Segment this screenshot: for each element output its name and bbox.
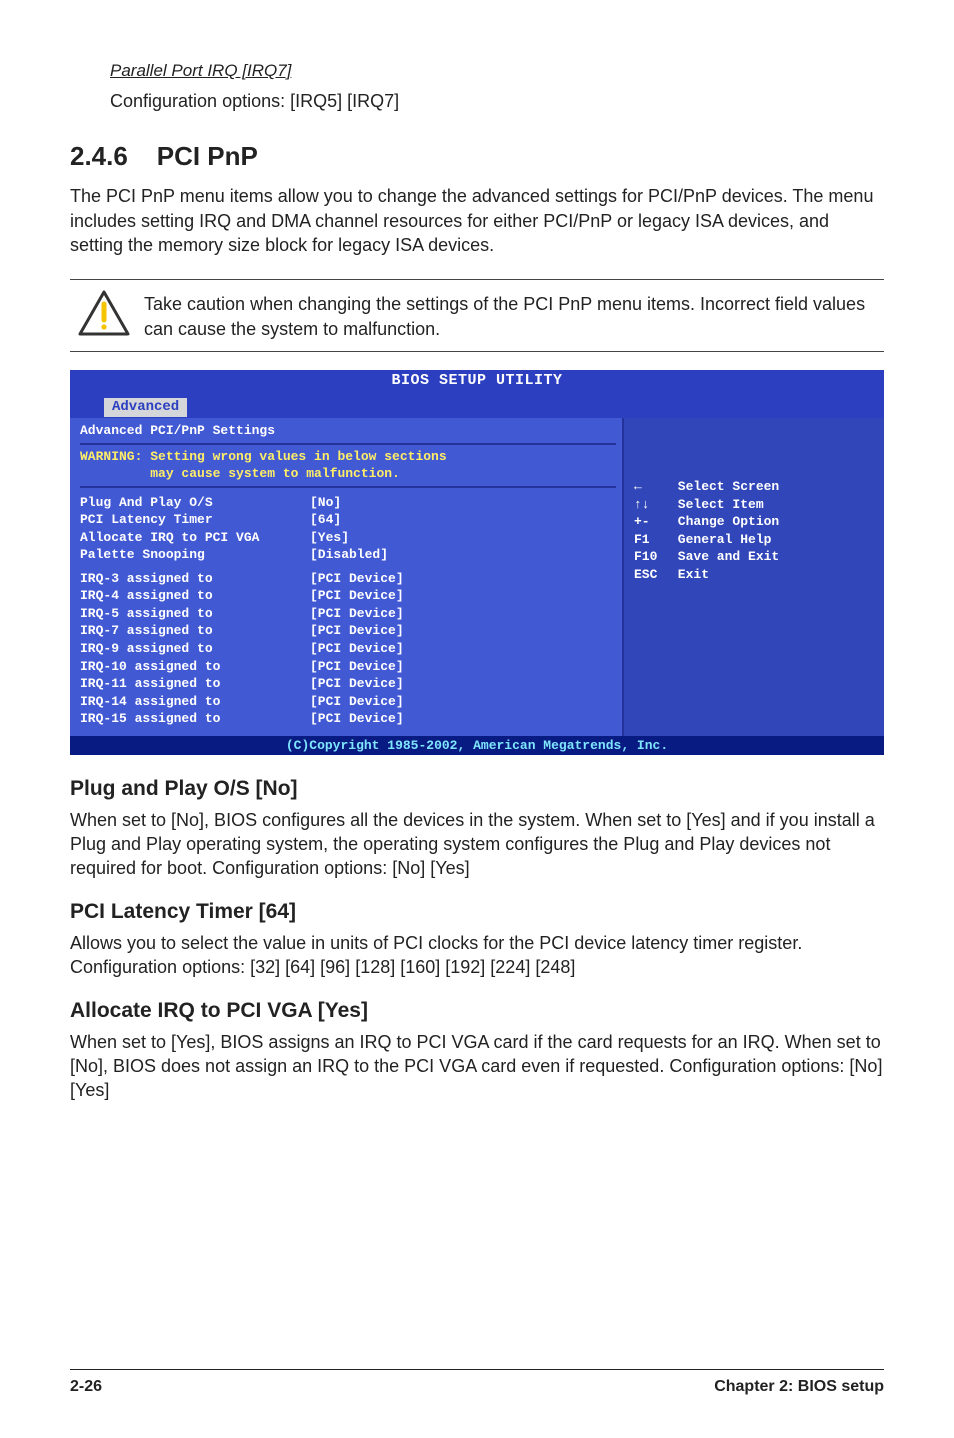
bios-help-line: ESC Exit	[634, 566, 874, 584]
bios-setting-key: IRQ-15 assigned to	[80, 710, 310, 728]
section-paragraph: The PCI PnP menu items allow you to chan…	[70, 184, 884, 257]
bios-setting-value[interactable]: [PCI Device]	[310, 606, 404, 621]
caution-text: Take caution when changing the settings …	[144, 290, 878, 341]
bios-setting-key: IRQ-10 assigned to	[80, 658, 310, 676]
bios-body: Advanced PCI/PnP Settings WARNING: Setti…	[70, 418, 884, 736]
bios-setting-value[interactable]: [Yes]	[310, 530, 349, 545]
bios-setting-row[interactable]: IRQ-7 assigned to[PCI Device]	[80, 622, 616, 640]
bios-setting-value[interactable]: [PCI Device]	[310, 711, 404, 726]
bios-setting-key: IRQ-11 assigned to	[80, 675, 310, 693]
page-number: 2-26	[70, 1376, 102, 1398]
bios-help-key: F10	[634, 548, 670, 566]
chapter-label: Chapter 2: BIOS setup	[714, 1376, 884, 1398]
bios-setting-key: PCI Latency Timer	[80, 511, 310, 529]
bios-setting-value[interactable]: [PCI Device]	[310, 694, 404, 709]
bios-help-key: +-	[634, 513, 670, 531]
bios-warning: WARNING: Setting wrong values in below s…	[80, 443, 616, 488]
bios-setting-key: IRQ-4 assigned to	[80, 587, 310, 605]
bios-setting-value[interactable]: [PCI Device]	[310, 623, 404, 638]
bios-help-key: ESC	[634, 566, 670, 584]
bios-setting-row[interactable]: IRQ-15 assigned to[PCI Device]	[80, 710, 616, 728]
bios-setting-value[interactable]: [No]	[310, 495, 341, 510]
bios-setting-key: Plug And Play O/S	[80, 494, 310, 512]
bios-setting-row[interactable]: IRQ-9 assigned to[PCI Device]	[80, 640, 616, 658]
sub-para-plug-and-play: When set to [No], BIOS configures all th…	[70, 808, 884, 881]
bios-warning-line1: WARNING: Setting wrong values in below s…	[80, 448, 616, 466]
bios-screenshot: BIOS SETUP UTILITY Advanced Advanced PCI…	[70, 370, 884, 755]
bios-setting-value[interactable]: [64]	[310, 512, 341, 527]
bios-help-label: Select Screen	[670, 479, 779, 494]
bios-help-line: ↑↓ Select Item	[634, 496, 874, 514]
bios-help-line: F1 General Help	[634, 531, 874, 549]
bios-setting-value[interactable]: [PCI Device]	[310, 676, 404, 691]
bios-setting-row[interactable]: IRQ-10 assigned to[PCI Device]	[80, 658, 616, 676]
bios-help-key: ←	[634, 478, 670, 496]
page-footer: 2-26 Chapter 2: BIOS setup	[70, 1369, 884, 1398]
caution-icon	[78, 290, 130, 336]
bios-help-panel: ← Select Screen↑↓ Select Item+- Change O…	[624, 418, 884, 736]
parallel-port-heading: Parallel Port IRQ [IRQ7]	[110, 60, 884, 83]
bios-setting-row[interactable]: Plug And Play O/S[No]	[80, 494, 616, 512]
bios-help-label: Save and Exit	[670, 549, 779, 564]
sub-heading-pci-latency: PCI Latency Timer [64]	[70, 898, 884, 926]
parallel-port-options: Configuration options: [IRQ5] [IRQ7]	[110, 89, 884, 113]
bios-tab-advanced[interactable]: Advanced	[104, 398, 187, 417]
bios-setting-key: Allocate IRQ to PCI VGA	[80, 529, 310, 547]
bios-setting-value[interactable]: [PCI Device]	[310, 659, 404, 674]
bios-setting-row[interactable]: IRQ-4 assigned to[PCI Device]	[80, 587, 616, 605]
bios-footer: (C)Copyright 1985-2002, American Megatre…	[70, 736, 884, 756]
bios-help-line: ← Select Screen	[634, 478, 874, 496]
bios-setting-key: Palette Snooping	[80, 546, 310, 564]
caution-note: Take caution when changing the settings …	[70, 279, 884, 352]
bios-panel-title: Advanced PCI/PnP Settings	[80, 422, 616, 440]
bios-help-line: F10 Save and Exit	[634, 548, 874, 566]
bios-setting-value[interactable]: [PCI Device]	[310, 571, 404, 586]
bios-help-line: +- Change Option	[634, 513, 874, 531]
bios-help-label: Select Item	[670, 497, 764, 512]
bios-setting-key: IRQ-7 assigned to	[80, 622, 310, 640]
bios-setting-key: IRQ-9 assigned to	[80, 640, 310, 658]
bios-setting-value[interactable]: [Disabled]	[310, 547, 388, 562]
bios-help-label: General Help	[670, 532, 771, 547]
bios-setting-key: IRQ-5 assigned to	[80, 605, 310, 623]
bios-help-key: ↑↓	[634, 496, 670, 514]
bios-setting-row[interactable]: Allocate IRQ to PCI VGA[Yes]	[80, 529, 616, 547]
bios-warning-line2: may cause system to malfunction.	[80, 465, 616, 483]
bios-setting-row[interactable]: IRQ-5 assigned to[PCI Device]	[80, 605, 616, 623]
bios-setting-value[interactable]: [PCI Device]	[310, 588, 404, 603]
section-2-4-6-heading: 2.4.6 PCI PnP	[70, 139, 884, 174]
sub-para-allocate-irq: When set to [Yes], BIOS assigns an IRQ t…	[70, 1030, 884, 1103]
bios-help-key: F1	[634, 531, 670, 549]
bios-help-label: Exit	[670, 567, 709, 582]
bios-setting-row[interactable]: IRQ-14 assigned to[PCI Device]	[80, 693, 616, 711]
bios-help-label: Change Option	[670, 514, 779, 529]
sub-heading-plug-and-play: Plug and Play O/S [No]	[70, 775, 884, 803]
bios-setting-row[interactable]: Palette Snooping[Disabled]	[80, 546, 616, 564]
bios-setting-key: IRQ-3 assigned to	[80, 570, 310, 588]
sub-para-pci-latency: Allows you to select the value in units …	[70, 931, 884, 980]
bios-left-panel: Advanced PCI/PnP Settings WARNING: Setti…	[70, 418, 624, 736]
bios-setting-row[interactable]: PCI Latency Timer[64]	[80, 511, 616, 529]
bios-setting-row[interactable]: IRQ-11 assigned to[PCI Device]	[80, 675, 616, 693]
sub-heading-allocate-irq: Allocate IRQ to PCI VGA [Yes]	[70, 997, 884, 1025]
bios-setting-key: IRQ-14 assigned to	[80, 693, 310, 711]
bios-tab-row: Advanced	[70, 392, 884, 418]
bios-setting-value[interactable]: [PCI Device]	[310, 641, 404, 656]
bios-header: BIOS SETUP UTILITY	[70, 370, 884, 392]
section-number: 2.4.6	[70, 141, 128, 171]
section-title: PCI PnP	[157, 141, 258, 171]
bios-setting-row[interactable]: IRQ-3 assigned to[PCI Device]	[80, 570, 616, 588]
